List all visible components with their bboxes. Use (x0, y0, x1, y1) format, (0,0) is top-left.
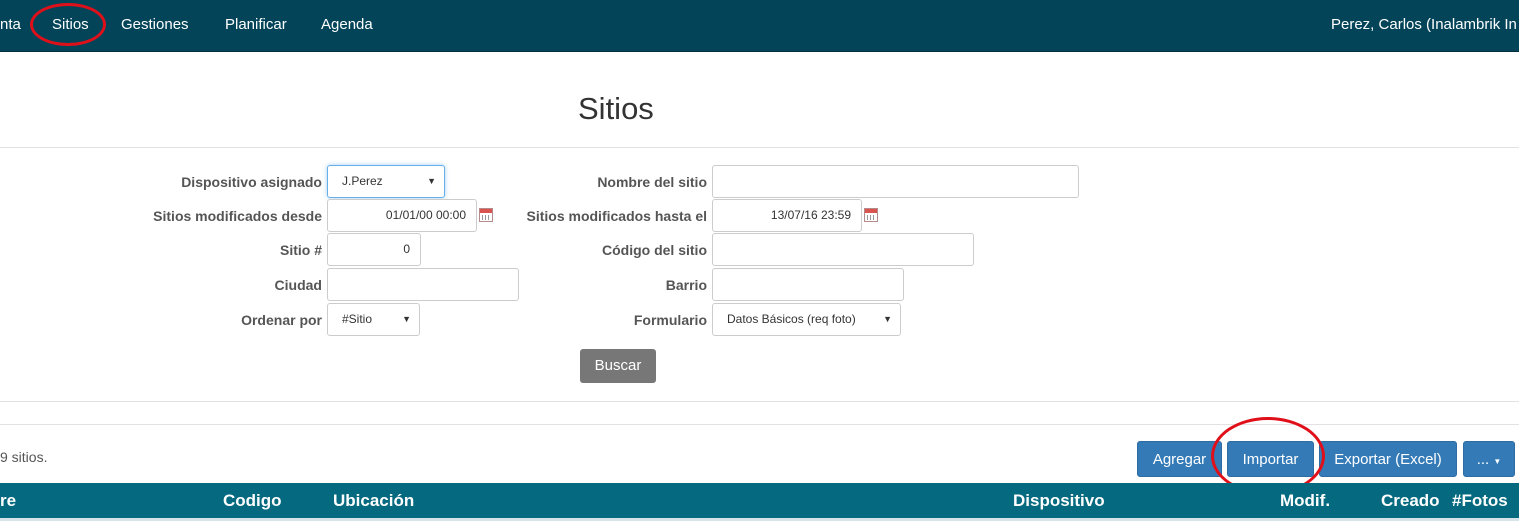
top-navbar: nta Sitios Gestiones Planificar Agenda P… (0, 0, 1519, 52)
formulario-select-value: Datos Básicos (req foto) (727, 312, 856, 326)
col-header-nombre[interactable]: re (0, 483, 16, 518)
codigo-field[interactable] (712, 233, 974, 266)
nombre-label: Nombre del sitio (597, 174, 707, 190)
codigo-label: Código del sitio (602, 242, 707, 258)
desde-date-field[interactable]: 01/01/00 00:00 (327, 199, 477, 232)
desde-label: Sitios modificados desde (153, 208, 322, 224)
sitio-num-label: Sitio # (279, 242, 322, 258)
caret-down-icon: ▼ (883, 314, 892, 324)
results-count: 9 sitios. (0, 449, 48, 465)
ordenar-select[interactable]: #Sitio ▼ (327, 303, 420, 336)
nav-item-planificar[interactable]: Planificar (225, 0, 287, 50)
divider (0, 401, 1519, 402)
nav-item-sitios[interactable]: Sitios (52, 0, 89, 50)
nav-item-cuenta[interactable]: nta (0, 0, 21, 50)
col-header-ubicacion[interactable]: Ubicación (333, 483, 414, 518)
divider (0, 147, 1519, 148)
barrio-label: Barrio (665, 277, 707, 293)
caret-down-icon: ▼ (1493, 457, 1502, 466)
ordenar-label: Ordenar por (241, 312, 322, 328)
nav-item-agenda[interactable]: Agenda (321, 0, 373, 50)
table-header: re Codigo Ubicación Dispositivo Modif. C… (0, 483, 1519, 518)
formulario-label: Formulario (633, 312, 707, 328)
importar-button[interactable]: Importar (1227, 441, 1314, 477)
caret-down-icon: ▼ (402, 314, 411, 324)
agregar-button[interactable]: Agregar (1137, 441, 1222, 477)
user-menu[interactable]: Perez, Carlos (Inalambrik In (1331, 0, 1517, 50)
col-header-dispositivo[interactable]: Dispositivo (1013, 483, 1105, 518)
col-header-modif[interactable]: Modif. (1280, 483, 1330, 518)
dispositivo-select[interactable]: J.Perez ▼ (327, 165, 445, 198)
col-header-fotos[interactable]: #Fotos (1452, 483, 1508, 518)
barrio-field[interactable] (712, 268, 904, 301)
formulario-select[interactable]: Datos Básicos (req foto) ▼ (712, 303, 901, 336)
exportar-excel-button[interactable]: Exportar (Excel) (1319, 441, 1457, 477)
col-header-creado[interactable]: Creado (1381, 483, 1440, 518)
page-title: Sitios (578, 91, 654, 126)
nombre-field[interactable] (712, 165, 1079, 198)
col-header-codigo[interactable]: Codigo (223, 483, 282, 518)
ordenar-select-value: #Sitio (342, 312, 373, 326)
more-actions-label: ... (1476, 451, 1490, 468)
nav-item-gestiones[interactable]: Gestiones (121, 0, 189, 50)
divider (0, 424, 1519, 425)
ciudad-label: Ciudad (274, 277, 322, 293)
sitio-num-field[interactable]: 0 (327, 233, 421, 266)
hasta-label: Sitios modificados hasta el (526, 208, 708, 224)
more-actions-dropdown[interactable]: ... ▼ (1463, 441, 1515, 477)
ciudad-field[interactable] (327, 268, 519, 301)
dispositivo-label: Dispositivo asignado (181, 174, 322, 190)
caret-down-icon: ▼ (427, 176, 436, 186)
dispositivo-select-value: J.Perez (342, 174, 383, 188)
calendar-icon[interactable] (864, 208, 878, 222)
buscar-button[interactable]: Buscar (580, 349, 656, 383)
hasta-date-field[interactable]: 13/07/16 23:59 (712, 199, 862, 232)
calendar-icon[interactable] (479, 208, 493, 222)
